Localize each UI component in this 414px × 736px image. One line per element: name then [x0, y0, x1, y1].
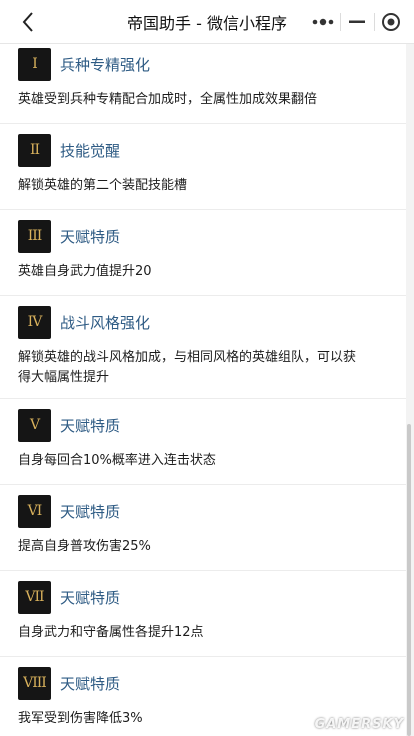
item-title[interactable]: 战斗风格强化 — [60, 312, 150, 333]
list-item: IV 战斗风格强化 解锁英雄的战斗风格加成，与相同风格的英雄组队，可以获得大幅属… — [0, 296, 406, 399]
roman-numeral-badge: V — [18, 408, 51, 442]
list-item: VII 天赋特质 自身武力和守备属性各提升12点 — [0, 571, 406, 657]
list-item: VI 天赋特质 提高自身普攻伤害25% — [0, 485, 406, 571]
roman-numeral-badge: VI — [18, 494, 51, 528]
mini-program-capsule — [308, 7, 406, 37]
close-button[interactable] — [376, 7, 406, 37]
item-title[interactable]: 兵种专精强化 — [60, 54, 150, 75]
item-header: VII 天赋特质 — [0, 571, 406, 623]
page-title: 帝国助手 - 微信小程序 — [127, 13, 287, 33]
item-description: 自身武力和守备属性各提升12点 — [18, 625, 204, 640]
list-item: I 兵种专精强化 英雄受到兵种专精配合加成时，全属性加成效果翻倍 — [0, 44, 406, 124]
item-header: IV 战斗风格强化 — [0, 296, 406, 348]
item-description: 英雄受到兵种专精配合加成时，全属性加成效果翻倍 — [18, 92, 318, 107]
roman-numeral-badge: VIII — [18, 666, 51, 700]
roman-numeral-badge: II — [18, 133, 51, 167]
capsule-divider — [339, 13, 341, 31]
item-description: 提高自身普攻伤害25% — [18, 539, 151, 554]
item-header: VI 天赋特质 — [0, 485, 406, 537]
roman-numeral-badge: VII — [18, 580, 51, 614]
item-title[interactable]: 天赋特质 — [60, 587, 120, 608]
watermark: GAMERSKY — [314, 717, 404, 732]
item-title[interactable]: 天赋特质 — [60, 501, 120, 522]
more-dots-icon — [312, 18, 334, 26]
roman-numeral-badge: IV — [18, 305, 51, 339]
item-header: V 天赋特质 — [0, 399, 406, 451]
minimize-button[interactable] — [342, 7, 372, 37]
capsule-divider — [373, 13, 375, 31]
item-description: 英雄自身武力值提升20 — [18, 264, 152, 279]
item-header: III 天赋特质 — [0, 210, 406, 262]
list-item: V 天赋特质 自身每回合10%概率进入连击状态 — [0, 399, 406, 485]
item-header: II 技能觉醒 — [0, 124, 406, 176]
chevron-left-icon — [22, 12, 33, 32]
roman-numeral-badge: III — [18, 219, 51, 253]
navigation-bar: 帝国助手 - 微信小程序 — [0, 0, 414, 44]
minus-icon — [349, 20, 365, 23]
item-description: 解锁英雄的第二个装配技能槽 — [18, 178, 188, 193]
item-title[interactable]: 天赋特质 — [60, 226, 120, 247]
item-description: 解锁英雄的战斗风格加成，与相同风格的英雄组队，可以获得大幅属性提升 — [18, 350, 357, 385]
target-circle-icon — [382, 13, 400, 31]
list-item: II 技能觉醒 解锁英雄的第二个装配技能槽 — [0, 124, 406, 210]
scrollbar[interactable] — [407, 424, 411, 736]
list-item: III 天赋特质 英雄自身武力值提升20 — [0, 210, 406, 296]
item-title[interactable]: 技能觉醒 — [60, 140, 120, 161]
item-header: VIII 天赋特质 — [0, 657, 406, 709]
item-header: I 兵种专精强化 — [0, 44, 406, 90]
more-button[interactable] — [308, 7, 338, 37]
item-title[interactable]: 天赋特质 — [60, 415, 120, 436]
advancement-list: I 兵种专精强化 英雄受到兵种专精配合加成时，全属性加成效果翻倍 II 技能觉醒… — [0, 44, 406, 736]
item-description: 自身每回合10%概率进入连击状态 — [18, 453, 216, 468]
roman-numeral-badge: I — [18, 47, 51, 81]
back-button[interactable] — [14, 8, 42, 36]
item-title[interactable]: 天赋特质 — [60, 673, 120, 694]
